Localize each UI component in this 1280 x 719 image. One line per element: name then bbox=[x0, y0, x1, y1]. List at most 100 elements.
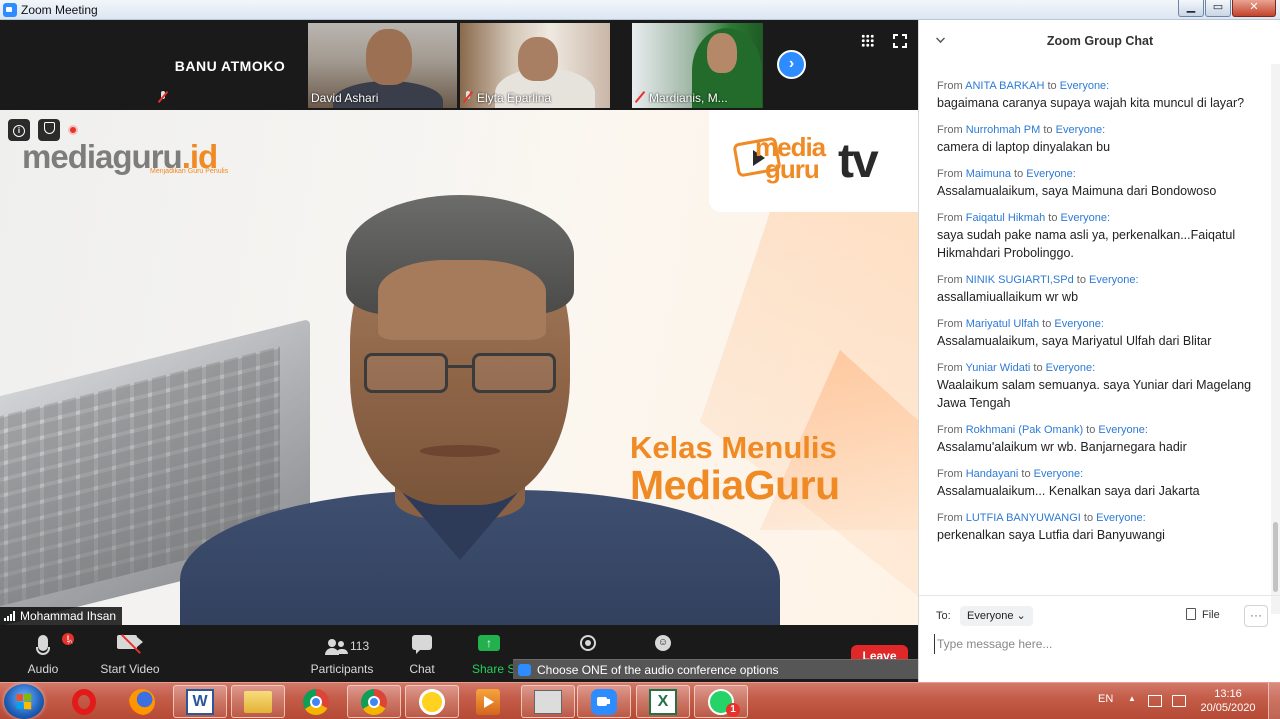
recipient-select[interactable]: Everyone ⌄ bbox=[960, 606, 1033, 626]
network-status-icon[interactable] bbox=[1172, 695, 1186, 707]
meeting-info-button[interactable]: i bbox=[8, 119, 30, 141]
participants-count: 113 bbox=[350, 639, 370, 653]
message-sender[interactable]: Rokhmani (Pak Omank) bbox=[966, 424, 1083, 436]
taskbar-network[interactable] bbox=[521, 685, 575, 718]
scrollbar-thumb[interactable] bbox=[1273, 522, 1278, 592]
chat-message-meta: From NINIK SUGIARTI,SPd to Everyone: bbox=[937, 274, 1139, 286]
show-desktop-button[interactable] bbox=[1268, 683, 1280, 719]
participants-button[interactable]: 113 Participants bbox=[307, 625, 377, 682]
language-indicator[interactable]: EN bbox=[1098, 693, 1113, 719]
message-sender[interactable]: ANITA BARKAH bbox=[965, 80, 1044, 92]
message-sender[interactable]: Mariyatul Ulfah bbox=[966, 318, 1039, 330]
mediaguru-tv-logo: media guru tv bbox=[732, 132, 893, 192]
participant-name: Mardianis, M... bbox=[649, 91, 728, 105]
participant-status: Mardianis, M... bbox=[635, 91, 728, 105]
chat-label: Chat bbox=[409, 662, 435, 676]
participant-status bbox=[158, 91, 172, 105]
chat-message-meta: From Mariyatul Ulfah to Everyone: bbox=[937, 318, 1104, 330]
participants-label: Participants bbox=[310, 662, 374, 676]
chat-message: From Mariyatul Ulfah to Everyone: Assalam… bbox=[937, 316, 1267, 350]
chat-message-meta: From Nurrohmah PM to Everyone: bbox=[937, 124, 1106, 136]
start-video-label: Start Video bbox=[100, 662, 160, 676]
zoom-icon bbox=[518, 664, 531, 676]
taskbar-firefox[interactable] bbox=[115, 685, 169, 718]
taskbar-word[interactable]: W bbox=[173, 685, 227, 718]
chat-message: From LUTFIA BANYUWANGI to Everyone: perke… bbox=[937, 510, 1267, 544]
participant-tile-mardianis[interactable]: Mardianis, M... bbox=[632, 23, 763, 108]
message-recipient: Everyone: bbox=[1060, 212, 1111, 224]
fullscreen-icon[interactable] bbox=[893, 34, 907, 48]
close-window-button[interactable]: ✕ bbox=[1232, 0, 1276, 17]
participant-tile-banu[interactable]: BANU ATMOKO bbox=[155, 23, 305, 108]
chat-button[interactable]: Chat bbox=[397, 625, 447, 682]
chat-message-meta: From Maimuna to Everyone: bbox=[937, 168, 1076, 180]
share-screen-icon: ↑ bbox=[478, 635, 500, 651]
message-sender[interactable]: LUTFIA BANYUWANGI bbox=[966, 512, 1081, 524]
message-sender[interactable]: Maimuna bbox=[966, 168, 1011, 180]
chat-message-text: camera di laptop dinyalakan bu bbox=[937, 140, 1111, 154]
taskbar-opera[interactable] bbox=[57, 685, 111, 718]
windows-taskbar: W X 1 EN ▲ 13:16 20/05/2020 bbox=[0, 682, 1280, 719]
encryption-button[interactable] bbox=[38, 119, 60, 141]
chat-message-input[interactable] bbox=[934, 634, 1264, 654]
chat-message-text: Waalaikum salam semuanya. saya Yuniar da… bbox=[937, 378, 1252, 410]
message-sender[interactable]: Handayani bbox=[966, 468, 1019, 480]
chat-message: From ANITA BARKAH to Everyone: bagaimana … bbox=[937, 78, 1267, 112]
participant-tile-david[interactable]: David Ashari bbox=[308, 23, 457, 108]
to-label: To: bbox=[936, 610, 951, 622]
share-screen-button[interactable]: ↑ Share S bbox=[468, 625, 515, 682]
audio-label: Audio bbox=[27, 662, 59, 676]
speaker-name: Mohammad Ihsan bbox=[20, 609, 117, 623]
windows-logo-icon bbox=[16, 693, 33, 710]
message-sender[interactable]: Faiqatul Hikmah bbox=[966, 212, 1045, 224]
taskbar-zoom[interactable] bbox=[577, 685, 631, 718]
chat-composer: To: Everyone ⌄ File ··· bbox=[919, 595, 1280, 682]
participant-face bbox=[366, 29, 412, 85]
message-sender[interactable]: NINIK SUGIARTI,SPd bbox=[966, 274, 1074, 286]
participant-tile-elyta[interactable]: Elyta Eparlina bbox=[460, 23, 610, 108]
muted-mic-icon bbox=[463, 91, 473, 103]
more-options-button[interactable]: ··· bbox=[1244, 605, 1268, 627]
chat-panel: Zoom Group Chat From ANITA BARKAH to Eve… bbox=[918, 20, 1280, 682]
system-clock[interactable]: 13:16 20/05/2020 bbox=[1196, 687, 1260, 715]
opera-icon bbox=[72, 688, 96, 715]
chat-message-text: bagaimana caranya supaya wajah kita munc… bbox=[937, 96, 1245, 110]
participant-name: David Ashari bbox=[311, 91, 379, 105]
speaker-forehead bbox=[378, 260, 546, 340]
minimize-button[interactable]: ▁ bbox=[1178, 0, 1204, 17]
record-icon bbox=[580, 635, 596, 651]
participant-status: Elyta Eparlina bbox=[463, 91, 551, 105]
audio-options-notification[interactable]: Choose ONE of the audio conference optio… bbox=[513, 659, 920, 679]
zoom-icon bbox=[591, 688, 617, 715]
message-sender[interactable]: Nurrohmah PM bbox=[966, 124, 1041, 136]
word-icon: W bbox=[186, 688, 214, 715]
audio-options-caret[interactable]: ^ bbox=[68, 639, 73, 650]
gallery-view-icon[interactable] bbox=[861, 34, 874, 47]
notification-text: Choose ONE of the audio conference optio… bbox=[537, 663, 779, 677]
taskbar-explorer[interactable] bbox=[231, 685, 285, 718]
message-recipient: Everyone: bbox=[1055, 124, 1106, 136]
taskbar-excel[interactable]: X bbox=[636, 685, 690, 718]
taskbar-media-player[interactable] bbox=[461, 685, 515, 718]
banner-line-1: Kelas Menulis bbox=[630, 430, 837, 465]
chat-scrollbar[interactable] bbox=[1271, 64, 1280, 614]
maximize-button[interactable]: ▭ bbox=[1205, 0, 1231, 17]
window-controls: ▁ ▭ ✕ bbox=[1177, 0, 1276, 18]
file-button[interactable]: File bbox=[1186, 608, 1220, 621]
shield-icon bbox=[43, 122, 55, 134]
audio-button[interactable]: ! Audio bbox=[18, 625, 74, 682]
taskbar-norton[interactable] bbox=[405, 685, 459, 718]
taskbar-chrome-profile[interactable] bbox=[347, 685, 401, 718]
start-button[interactable] bbox=[4, 684, 44, 719]
clock-time: 13:16 bbox=[1214, 688, 1242, 700]
gallery-next-button[interactable]: › bbox=[777, 50, 806, 79]
message-sender[interactable]: Yuniar Widati bbox=[966, 362, 1031, 374]
chrome-icon bbox=[303, 688, 329, 715]
action-center-icon[interactable] bbox=[1148, 695, 1162, 707]
show-hidden-icons-icon[interactable]: ▲ bbox=[1128, 694, 1136, 719]
taskbar-whatsapp[interactable]: 1 bbox=[694, 685, 748, 718]
start-video-button[interactable]: Start Video bbox=[95, 625, 165, 682]
chat-header: Zoom Group Chat bbox=[919, 20, 1280, 64]
taskbar-chrome[interactable] bbox=[289, 685, 343, 718]
mic-stand bbox=[36, 647, 50, 655]
